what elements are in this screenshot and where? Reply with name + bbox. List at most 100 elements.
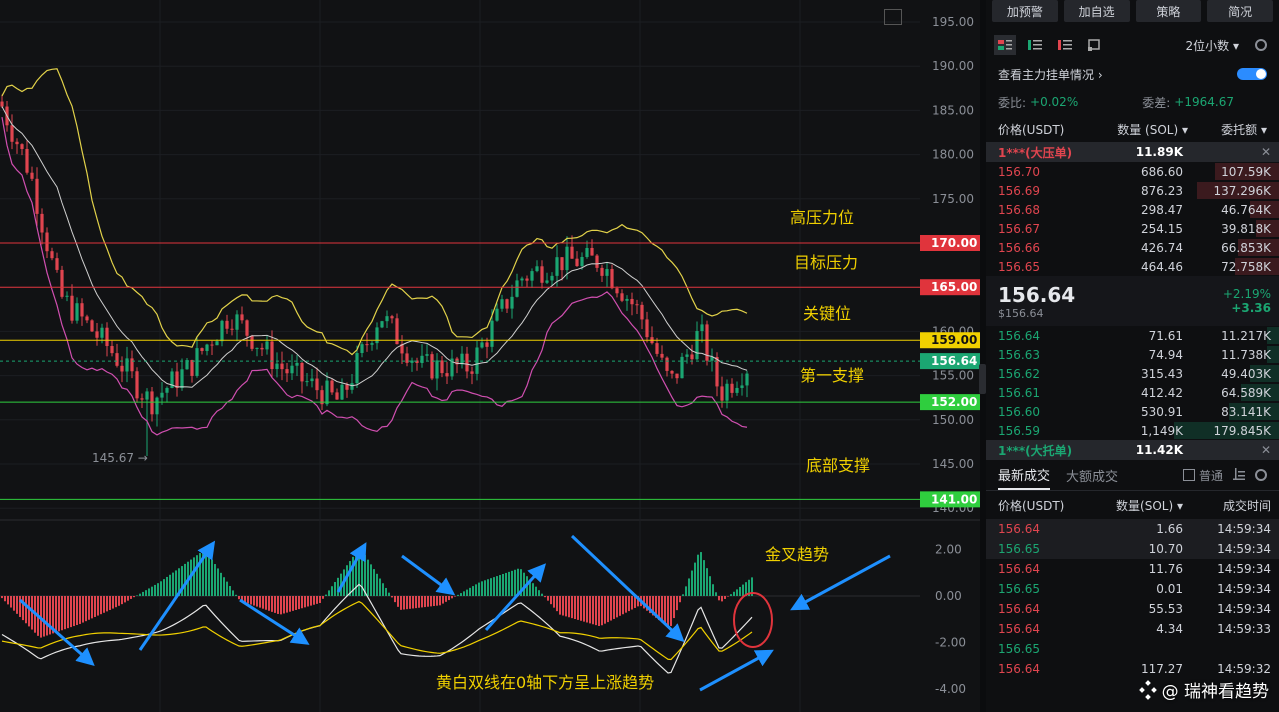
macd-histogram-bar (451, 596, 453, 599)
qty-column-header[interactable]: 数量 (SOL) ▾ (1093, 121, 1188, 138)
candle-body (375, 327, 379, 344)
macd-histogram-bar (418, 596, 420, 608)
macd-histogram-bar (577, 596, 579, 620)
depth-view-icon[interactable] (1088, 39, 1102, 51)
macd-histogram-bar (721, 596, 723, 602)
bid-row[interactable]: 156.59 1,149K 179.845K (986, 421, 1279, 440)
panel-collapse-handle[interactable] (979, 364, 986, 394)
decimal-select[interactable]: 2位小数 ▾ (1186, 37, 1239, 54)
candle-body (610, 269, 614, 289)
strategy-button[interactable]: 策略 (1135, 0, 1202, 22)
close-icon[interactable]: ✕ (1183, 145, 1271, 159)
ask-qty: 464.46 (1141, 259, 1183, 274)
macd-histogram-bar (247, 596, 249, 604)
macd-histogram-bar (4, 596, 6, 602)
macd-histogram-bar (58, 596, 60, 632)
macd-histogram-bar (742, 584, 744, 596)
bid-amount: 11.738K (1221, 347, 1271, 362)
ask-row[interactable]: 156.65 464.46 72.758K (986, 257, 1279, 276)
bollinger-upper-band (1, 68, 748, 356)
trade-qty-header[interactable]: 数量(SOL) ▾ (1083, 497, 1183, 514)
bid-row[interactable]: 156.63 74.94 11.738K (986, 345, 1279, 364)
trade-row[interactable]: 156.64 4.34 14:59:33 (986, 619, 1279, 639)
y-tick-label: 155.00 (932, 369, 974, 383)
amount-column-header[interactable]: 委托额 ▾ (1188, 121, 1267, 138)
macd-histogram-bar (712, 584, 714, 596)
macd-histogram-bar (373, 569, 375, 596)
bid-amount: 179.845K (1213, 423, 1272, 438)
candle-body (510, 296, 514, 309)
chart-area[interactable]: 195.00 190.00 185.00 180.00 175.00 170.00 165.… (0, 0, 986, 712)
candle-body (615, 288, 619, 294)
candle-body (160, 392, 164, 398)
asks-view-icon[interactable] (1058, 39, 1072, 51)
trade-qty: 55.53 (1148, 602, 1183, 616)
macd-histogram-bar (622, 596, 624, 615)
overview-button[interactable]: 简况 (1207, 0, 1273, 22)
whale-orders-link[interactable]: 查看主力挂单情况 › (998, 66, 1103, 83)
add-alert-button[interactable]: 加预警 (992, 0, 1058, 22)
checkbox-icon[interactable] (1182, 469, 1195, 481)
y-tick-label: 185.00 (932, 103, 974, 117)
expand-icon[interactable] (884, 9, 902, 25)
ask-row[interactable]: 156.67 254.15 39.818K (986, 219, 1279, 238)
candle-body (440, 360, 444, 374)
ask-row[interactable]: 156.70 686.60 107.59K (986, 162, 1279, 181)
normal-filter[interactable]: 普通 (1182, 467, 1223, 484)
trade-row[interactable]: 156.65 (986, 639, 1279, 659)
macd-histogram-bar (208, 555, 210, 596)
ratio-row: 委比: +0.02% 委差: +1964.67 (986, 88, 1279, 116)
ask-row[interactable]: 156.68 298.47 46.764K (986, 200, 1279, 219)
trade-row[interactable]: 156.65 10.70 14:59:34 (986, 539, 1279, 559)
macd-histogram-bar (394, 596, 396, 603)
ask-row[interactable]: 156.69 876.23 137.296K (986, 181, 1279, 200)
filter-icon[interactable] (1233, 467, 1245, 483)
trade-row[interactable]: 156.64 11.76 14:59:34 (986, 559, 1279, 579)
macd-histogram-bar (718, 596, 720, 601)
bid-row[interactable]: 156.64 71.61 11.217K (986, 326, 1279, 345)
trade-row[interactable]: 156.64 117.27 14:59:32 (986, 659, 1279, 679)
bids-view-icon[interactable] (1028, 39, 1042, 51)
gear-icon[interactable] (1255, 39, 1267, 51)
candle-body (535, 266, 539, 272)
bid-row[interactable]: 156.60 530.91 83.141K (986, 402, 1279, 421)
tab-large-trades[interactable]: 大额成交 (1066, 460, 1118, 490)
macd-histogram-bar (709, 576, 711, 596)
last-price-block: 156.64 $156.64 +2.19% +3.36 (986, 276, 1279, 326)
add-watchlist-button[interactable]: 加自选 (1063, 0, 1130, 22)
macd-histogram-bar (409, 596, 411, 609)
macd-histogram-bar (223, 577, 225, 596)
macd-histogram-bar (25, 596, 27, 624)
big-bid-row[interactable]: 1***(大托单) 11.42K ✕ (986, 440, 1279, 460)
candle-body (180, 369, 184, 389)
macd-histogram-bar (193, 557, 195, 596)
whale-orders-toggle[interactable] (1237, 68, 1267, 80)
both-sides-view-icon[interactable] (994, 35, 1016, 55)
annotation-target-pressure: 目标压力 (794, 253, 858, 272)
candle-body (150, 391, 154, 415)
big-ask-row[interactable]: 1***(大压单) 11.89K ✕ (986, 142, 1279, 162)
macd-histogram-bar (250, 596, 252, 605)
close-icon[interactable]: ✕ (1183, 443, 1271, 457)
tab-latest-trades[interactable]: 最新成交 (998, 460, 1051, 490)
trade-row[interactable]: 156.64 55.53 14:59:34 (986, 599, 1279, 619)
price-chart[interactable]: 195.00 190.00 185.00 180.00 175.00 170.00 165.… (0, 0, 980, 712)
macd-histogram-bar (148, 588, 150, 596)
last-price: 156.64 (998, 282, 1076, 307)
trade-row[interactable]: 156.65 0.01 14:59:34 (986, 579, 1279, 599)
macd-histogram-bar (127, 596, 129, 601)
macd-tick-label: -2.00 (935, 636, 966, 650)
ask-row[interactable]: 156.66 426.74 66.853K (986, 238, 1279, 257)
bid-amount: 49.403K (1221, 366, 1271, 381)
macd-histogram-bar (175, 570, 177, 596)
gear-icon[interactable] (1255, 469, 1267, 481)
macd-histogram-bar (322, 596, 324, 599)
macd-histogram-bar (484, 580, 486, 596)
bid-row[interactable]: 156.62 315.43 49.403K (986, 364, 1279, 383)
candle-body (540, 266, 544, 283)
bid-row[interactable]: 156.61 412.42 64.589K (986, 383, 1279, 402)
trade-row[interactable]: 156.64 1.66 14:59:34 (986, 519, 1279, 539)
macd-histogram-bar (103, 596, 105, 613)
macd-histogram-bar (46, 596, 48, 636)
macd-histogram-bar (121, 596, 123, 605)
